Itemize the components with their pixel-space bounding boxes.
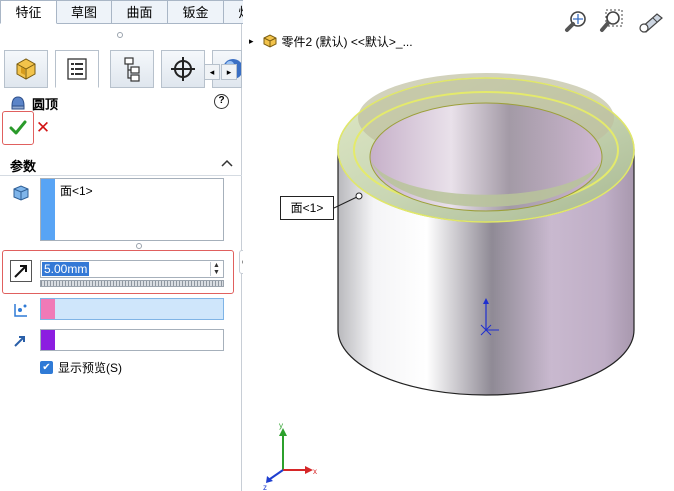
face-callout[interactable]: 面<1> xyxy=(280,196,334,220)
scroll-tabs-left-button[interactable]: ◂ xyxy=(204,64,220,80)
collapse-chevron-icon[interactable] xyxy=(221,158,233,168)
tab-surfaces[interactable]: 曲面 xyxy=(112,0,168,24)
solidworks-window: 特征 草图 曲面 钣金 焊件 xyxy=(0,0,674,491)
scroll-tabs-right-button[interactable]: ▸ xyxy=(221,64,237,80)
direction-stripe xyxy=(41,330,55,350)
dome-model[interactable]: y x z xyxy=(243,0,674,491)
face-list-item[interactable]: 面<1> xyxy=(60,182,93,199)
feature-manager-tab[interactable] xyxy=(4,50,48,88)
distance-spinbox[interactable]: 5.00mm ▲ ▼ xyxy=(40,260,224,278)
spin-down-button[interactable]: ▼ xyxy=(211,269,222,276)
feature-manager-icon xyxy=(16,58,36,80)
property-manager-icon xyxy=(67,58,87,80)
constraint-point-field[interactable] xyxy=(40,298,224,320)
tab-sheet-metal[interactable]: 钣金 xyxy=(168,0,224,24)
feature-title: 圆顶 xyxy=(10,94,58,112)
constraint-point-stripe xyxy=(41,299,55,319)
parameters-section-label: 参数 xyxy=(10,159,37,174)
configuration-manager-icon xyxy=(124,57,140,82)
cancel-button[interactable]: ✕ xyxy=(34,116,52,140)
direction-arrow-icon xyxy=(14,336,25,347)
triad-z-label: z xyxy=(263,483,267,491)
property-manager-panel: ◂ ▸ 圆顶 ? ✕ 参数 面<1> 5.00mm ▲ ▼ ✔ 显示预览(S) xyxy=(0,24,242,491)
spin-arrows[interactable]: ▲ ▼ xyxy=(210,262,222,276)
show-preview-row[interactable]: ✔ 显示预览(S) xyxy=(40,360,122,375)
parameters-section-header[interactable]: 参数 xyxy=(0,154,242,176)
faces-to-dome-list[interactable]: 面<1> xyxy=(40,178,224,241)
distance-icon xyxy=(10,260,32,282)
feature-title-text: 圆顶 xyxy=(32,96,59,112)
tab-sketch[interactable]: 草图 xyxy=(57,0,112,24)
list-resize-handle[interactable] xyxy=(136,243,142,249)
dimxpert-manager-tab[interactable] xyxy=(161,50,205,88)
spin-up-button[interactable]: ▲ xyxy=(211,262,222,269)
distance-value[interactable]: 5.00mm xyxy=(42,262,90,276)
triad-y-label: y xyxy=(279,421,283,430)
panel-splitter-handle[interactable] xyxy=(117,32,123,38)
checkmark-icon xyxy=(9,120,27,135)
direction-field[interactable] xyxy=(40,329,224,351)
dome-icon xyxy=(11,96,25,110)
dimxpert-icon xyxy=(171,57,195,81)
show-preview-checkbox[interactable]: ✔ xyxy=(40,360,53,374)
ok-button[interactable] xyxy=(2,111,34,145)
configuration-manager-tab[interactable] xyxy=(110,50,154,88)
show-preview-label: 显示预览(S) xyxy=(58,360,122,375)
constraint-point-icon xyxy=(14,304,27,317)
distance-slider[interactable] xyxy=(40,280,224,287)
graphics-area[interactable]: ▸ 零件2 (默认) <<默认>_... y x z 面<1> xyxy=(243,0,674,491)
tab-features[interactable]: 特征 xyxy=(0,0,57,24)
property-manager-tab[interactable] xyxy=(55,50,99,88)
help-icon[interactable]: ? xyxy=(214,94,229,109)
triad-x-label: x xyxy=(313,467,317,476)
face-color-stripe xyxy=(41,179,55,240)
faces-to-dome-icon xyxy=(13,185,29,201)
